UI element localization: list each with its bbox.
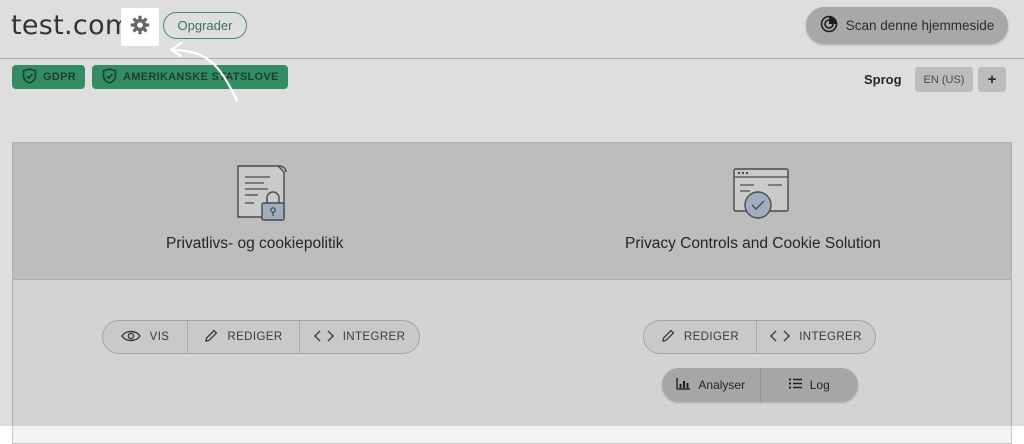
analyze-button[interactable]: Analyser: [662, 368, 761, 402]
language-label: Sprog: [864, 72, 902, 87]
add-language-button[interactable]: +: [978, 67, 1006, 92]
product-card: Privatlivs- og cookiepolitik Privacy Con…: [12, 142, 1012, 444]
policy-actions: VIS REDIGER INTEGRER: [102, 320, 420, 354]
analytics-actions: Analyser Log: [662, 368, 858, 402]
embed-button[interactable]: INTEGRER: [300, 321, 419, 353]
policy-document-lock-icon: [234, 163, 294, 230]
embed-label: INTEGRER: [799, 331, 862, 343]
card-header: Privatlivs- og cookiepolitik Privacy Con…: [13, 143, 1011, 280]
badge-label: GDPR: [43, 71, 76, 83]
browser-cookie-icon: [730, 165, 792, 228]
gear-icon: [130, 15, 150, 40]
scan-label: Scan denne hjemmeside: [845, 18, 995, 33]
badge-us-state-laws[interactable]: AMERIKANSKE STATSLOVE: [92, 65, 288, 89]
shield-check-icon: [102, 67, 117, 87]
language-selector[interactable]: EN (US): [915, 67, 973, 92]
settings-button[interactable]: [121, 8, 159, 46]
bar-chart-icon: [676, 377, 691, 393]
privacy-controls-title: Privacy Controls and Cookie Solution: [625, 235, 881, 252]
code-icon: [770, 330, 791, 345]
code-icon: [313, 330, 334, 345]
policy-title: Privatlivs- og cookiepolitik: [166, 235, 344, 252]
embed-button[interactable]: INTEGRER: [757, 321, 875, 353]
pencil-icon: [204, 329, 218, 346]
page: test.com Opgrader Scan denne hjemmeside …: [0, 0, 1024, 444]
scan-website-button[interactable]: Scan denne hjemmeside: [806, 7, 1008, 44]
log-button[interactable]: Log: [761, 368, 859, 402]
pencil-icon: [661, 329, 675, 346]
edit-button[interactable]: REDIGER: [188, 321, 300, 353]
analyze-label: Analyser: [698, 378, 746, 392]
edit-button[interactable]: REDIGER: [644, 321, 757, 353]
badge-label: AMERIKANSKE STATSLOVE: [123, 71, 279, 83]
scan-icon: [820, 15, 838, 36]
embed-label: INTEGRER: [342, 331, 406, 343]
log-label: Log: [809, 378, 830, 392]
privacy-controls-actions: REDIGER INTEGRER: [643, 320, 876, 354]
view-button[interactable]: VIS: [103, 321, 188, 353]
shield-check-icon: [22, 67, 37, 87]
list-icon: [788, 378, 802, 392]
eye-icon: [120, 330, 141, 345]
upgrade-button[interactable]: Opgrader: [163, 12, 247, 39]
badge-gdpr[interactable]: GDPR: [12, 65, 85, 89]
header-divider: [0, 58, 1024, 59]
edit-label: REDIGER: [683, 331, 740, 343]
edit-label: REDIGER: [227, 331, 283, 343]
site-title: test.com: [11, 10, 132, 41]
view-label: VIS: [149, 331, 170, 343]
